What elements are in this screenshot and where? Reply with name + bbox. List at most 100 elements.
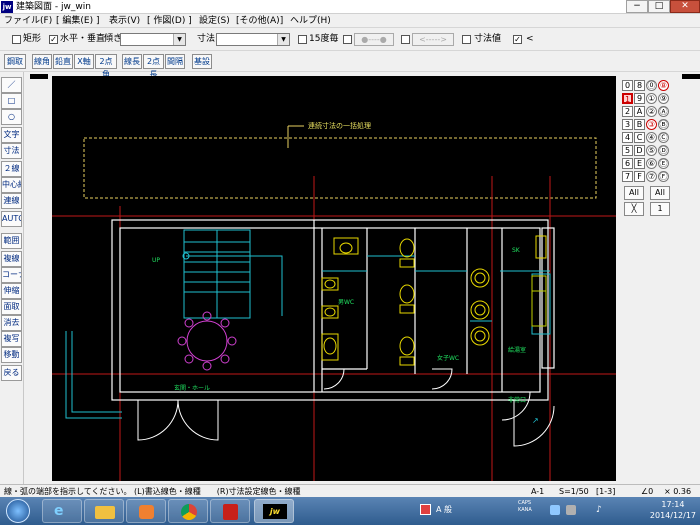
- clock[interactable]: 17:14 2014/12/17: [650, 499, 696, 521]
- layer-9[interactable]: 9: [634, 93, 645, 104]
- hv-checkbox[interactable]: ✓: [49, 35, 58, 44]
- windows-start-icon[interactable]: [6, 499, 30, 523]
- menu-edit[interactable]: [ 編集(E) ]: [56, 15, 99, 27]
- group-3[interactable]: ③: [646, 119, 657, 130]
- layer-one-button[interactable]: 1: [650, 202, 670, 216]
- tool-stretch[interactable]: 伸縮: [1, 283, 22, 299]
- group-c[interactable]: Ⓒ: [658, 132, 669, 143]
- toolbar-button-enchoku[interactable]: 鉛直: [53, 54, 73, 69]
- tool-chamfer[interactable]: 面取: [1, 299, 22, 315]
- group-0[interactable]: ⓪: [646, 80, 657, 91]
- network-icon[interactable]: [566, 505, 576, 515]
- group-5[interactable]: ⑤: [646, 145, 657, 156]
- toolbar-button-2pt-angle[interactable]: 2点角: [95, 54, 117, 79]
- tilt-combo[interactable]: ▼: [120, 33, 186, 46]
- arrow-checkbox[interactable]: [401, 35, 410, 44]
- layer-d[interactable]: D: [634, 145, 645, 156]
- layer-8[interactable]: 8: [634, 80, 645, 91]
- toolbar-button-koutori[interactable]: 鋼取: [4, 54, 26, 69]
- acrobat-icon[interactable]: [210, 499, 250, 523]
- tool-range[interactable]: 範囲: [1, 233, 22, 249]
- layer-c[interactable]: C: [634, 132, 645, 143]
- status-zoom[interactable]: × 0.36: [664, 486, 691, 497]
- menu-help[interactable]: ヘルプ(H): [290, 15, 331, 27]
- tool-center-line[interactable]: 中心線: [1, 177, 22, 193]
- group-8[interactable]: ⑧: [658, 80, 669, 91]
- rect-checkbox[interactable]: [12, 35, 21, 44]
- menu-file[interactable]: ファイル(F): [4, 15, 52, 27]
- group-6[interactable]: ⑥: [646, 158, 657, 169]
- toolbar-button-senkaku[interactable]: 線角: [32, 54, 52, 69]
- toolbar-button-2pt-length[interactable]: 2点長: [143, 54, 164, 79]
- tool-text[interactable]: 文字: [1, 127, 22, 143]
- toolbar-button-line-length[interactable]: 線長: [122, 54, 142, 69]
- arrow-button[interactable]: <----->: [412, 33, 454, 46]
- group-all-button[interactable]: All: [650, 186, 670, 200]
- group-f[interactable]: Ⓕ: [658, 171, 669, 182]
- ime-pad-icon[interactable]: [420, 504, 431, 515]
- tool-connect[interactable]: 連線: [1, 193, 22, 209]
- status-angle[interactable]: ∠0: [641, 486, 653, 497]
- tool-undo[interactable]: 戻る: [1, 365, 22, 381]
- minimize-button[interactable]: −: [626, 0, 648, 13]
- close-button[interactable]: ✕: [670, 0, 700, 13]
- tool-auto[interactable]: AUTO: [1, 211, 22, 227]
- ime-mode[interactable]: A 般: [436, 504, 452, 516]
- lt-checkbox[interactable]: ✓: [513, 35, 522, 44]
- layer-6[interactable]: 6: [622, 158, 633, 169]
- toolbar-button-interval[interactable]: 間隔: [165, 54, 185, 69]
- toolbar-button-kisetsu[interactable]: 基設: [192, 54, 212, 69]
- drawing-canvas[interactable]: 連続寸法の一括処理 UP 玄関・ホール 男WC 女子WC SK 給湯室 非常口 …: [52, 76, 616, 481]
- toolbar-button-x-axis[interactable]: X軸: [74, 54, 94, 69]
- layer-a[interactable]: A: [634, 106, 645, 117]
- tool-copy[interactable]: 複写: [1, 331, 22, 347]
- group-b[interactable]: Ⓑ: [658, 119, 669, 130]
- tool-offset[interactable]: 複線: [1, 251, 22, 267]
- tool-move[interactable]: 移動: [1, 347, 22, 363]
- layer-all-button[interactable]: All: [624, 186, 644, 200]
- group-d[interactable]: Ⓓ: [658, 145, 669, 156]
- dot-button[interactable]: ●----●: [354, 33, 394, 46]
- group-e[interactable]: Ⓔ: [658, 158, 669, 169]
- menu-view[interactable]: 表示(V): [109, 15, 140, 27]
- layer-b[interactable]: B: [634, 119, 645, 130]
- dimval-checkbox[interactable]: [462, 35, 471, 44]
- ie-icon[interactable]: e: [42, 499, 82, 523]
- layer-e[interactable]: E: [634, 158, 645, 169]
- tool-circle[interactable]: ○: [1, 109, 22, 125]
- layer-3[interactable]: 3: [622, 119, 633, 130]
- tool-dimension[interactable]: 寸法: [1, 143, 22, 159]
- layer-0[interactable]: 0: [622, 80, 633, 91]
- layer-f[interactable]: F: [634, 171, 645, 182]
- tool-erase[interactable]: 消去: [1, 315, 22, 331]
- layer-1[interactable]: 1: [622, 93, 633, 104]
- volume-icon[interactable]: ♪: [596, 504, 602, 516]
- jw-win-task-icon[interactable]: jw: [254, 499, 294, 523]
- group-a[interactable]: Ⓐ: [658, 106, 669, 117]
- maximize-button[interactable]: □: [648, 0, 670, 13]
- tool-rectangle[interactable]: □: [1, 93, 22, 109]
- deg15-checkbox[interactable]: [298, 35, 307, 44]
- tool-line[interactable]: ／: [1, 77, 22, 93]
- group-9[interactable]: ⑨: [658, 93, 669, 104]
- group-1[interactable]: ①: [646, 93, 657, 104]
- layer-4[interactable]: 4: [622, 132, 633, 143]
- group-2[interactable]: ②: [646, 106, 657, 117]
- tool-double-line[interactable]: ２線: [1, 161, 22, 177]
- close-icon[interactable]: ╳: [624, 202, 644, 216]
- layer-2[interactable]: 2: [622, 106, 633, 117]
- chrome-icon[interactable]: [168, 499, 208, 523]
- layer-7[interactable]: 7: [622, 171, 633, 182]
- tool-corner[interactable]: コーナー: [1, 267, 22, 283]
- group-7[interactable]: ⑦: [646, 171, 657, 182]
- status-group[interactable]: [1-3]: [596, 486, 615, 497]
- menu-settings[interactable]: 設定(S): [199, 15, 230, 27]
- group-4[interactable]: ④: [646, 132, 657, 143]
- dot-checkbox[interactable]: [343, 35, 352, 44]
- menu-other[interactable]: [その他(A)]: [236, 15, 283, 27]
- explorer-folder-icon[interactable]: [84, 499, 124, 523]
- status-scale[interactable]: S=1/50: [559, 486, 589, 497]
- media-player-icon[interactable]: [126, 499, 166, 523]
- dim-combo[interactable]: ▼: [216, 33, 290, 46]
- menu-draw[interactable]: [ 作図(D) ]: [147, 15, 192, 27]
